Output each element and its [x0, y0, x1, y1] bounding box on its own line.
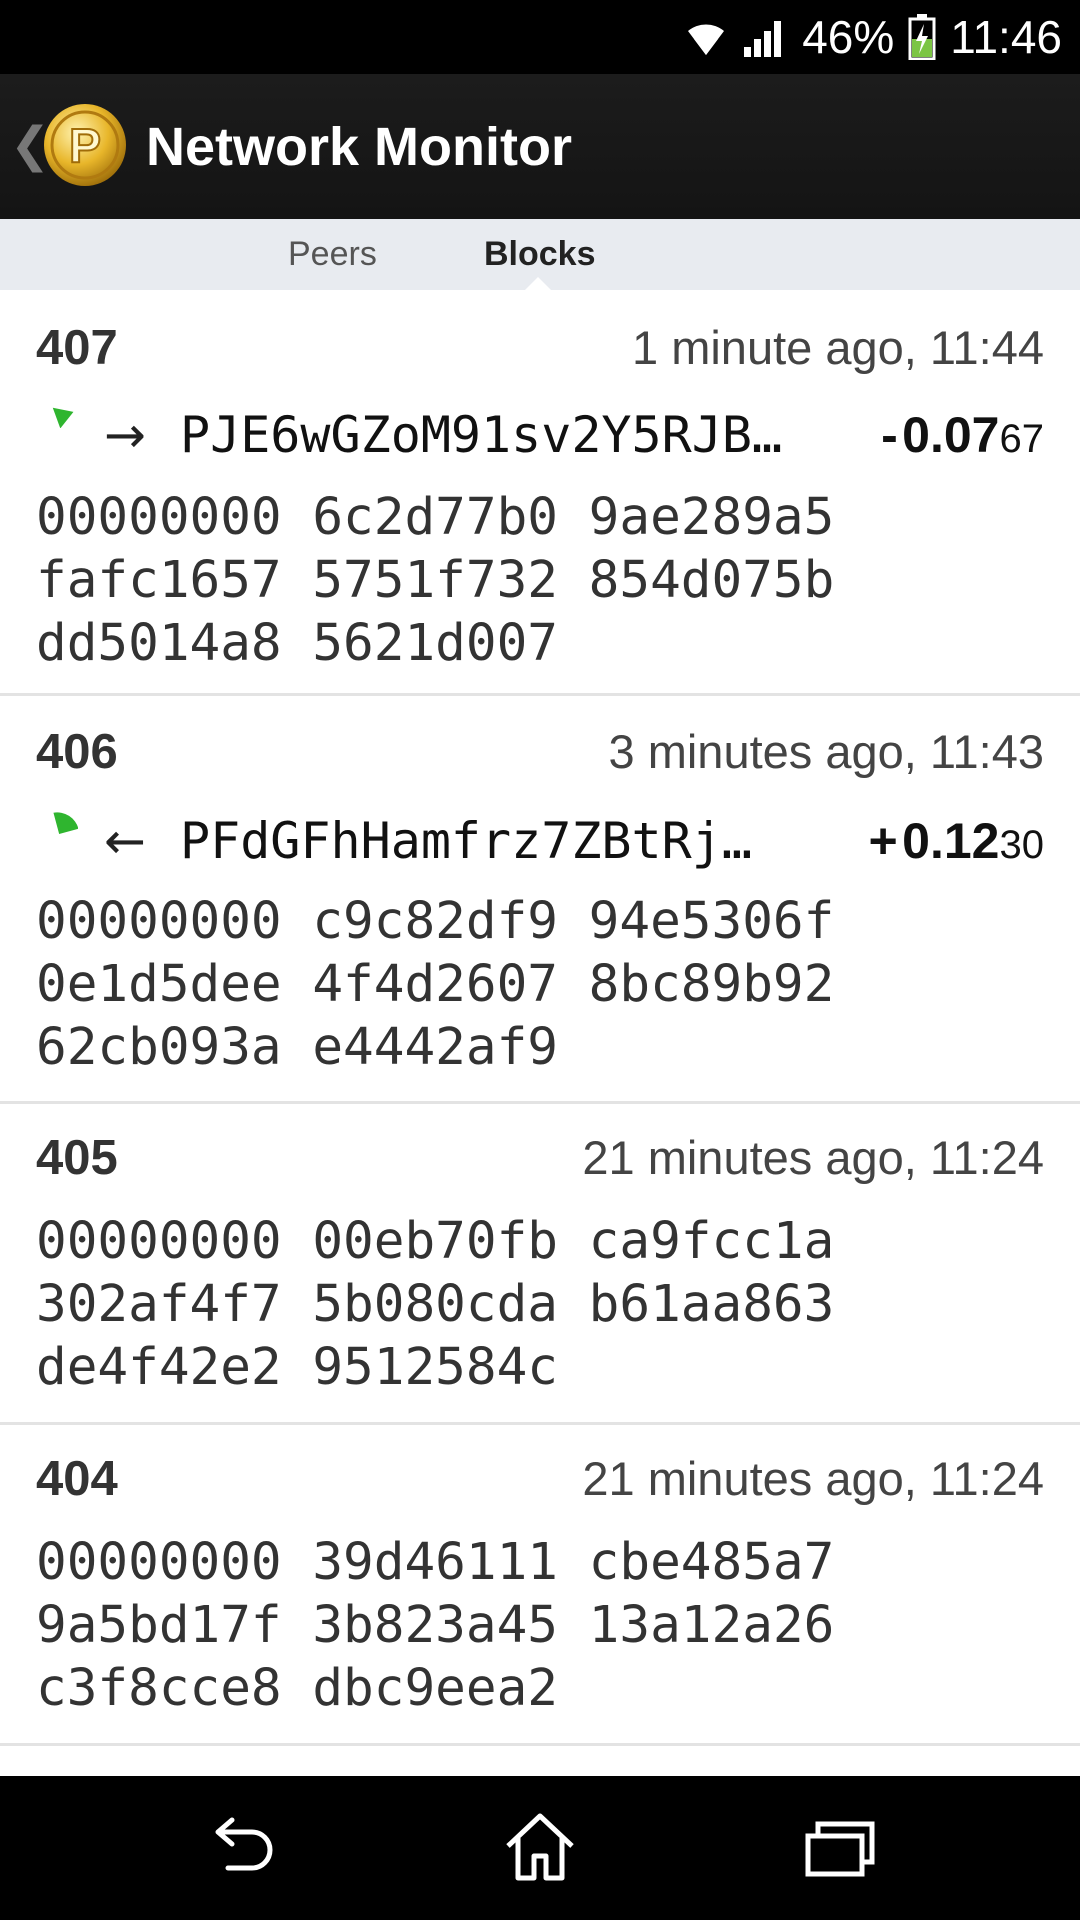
recent-apps-icon[interactable]	[800, 1812, 880, 1884]
block-hash-line: 00000000 6c2d77b0 9ae289a5	[36, 488, 835, 547]
signal-icon	[742, 17, 788, 57]
status-bar: 46% 11:46	[0, 0, 1080, 74]
block-list-item[interactable]: 404 21 minutes ago, 11:24 00000000 39d46…	[0, 1425, 1080, 1746]
wifi-icon	[684, 17, 728, 57]
block-height: 405	[36, 1131, 118, 1185]
block-list-item[interactable]: 405 21 minutes ago, 11:24 00000000 00eb7…	[0, 1104, 1080, 1425]
home-nav-icon[interactable]	[500, 1812, 580, 1884]
transaction-row[interactable]: → PJE6wGZoM91sv2Y5RJB… - 0.0767	[0, 398, 1080, 478]
confidence-pie-icon	[53, 812, 78, 834]
action-bar: ❮ P Network Monitor	[0, 74, 1080, 219]
page-title: Network Monitor	[146, 117, 572, 177]
clock: 11:46	[950, 11, 1062, 63]
transaction-row[interactable]: ← PFdGFhHamfrz7ZBtRj… + 0.1230	[0, 804, 1080, 884]
confidence-pie-icon	[52, 407, 74, 428]
block-list-item[interactable]: 407 1 minute ago, 11:44 → PJE6wGZoM91sv2…	[0, 290, 1080, 696]
transaction-amount: + 0.1230	[868, 813, 1044, 869]
transaction-amount: - 0.0767	[881, 407, 1044, 463]
transaction-address: PJE6wGZoM91sv2Y5RJB…	[180, 406, 783, 464]
block-hash-line: 9a5bd17f 3b823a45 13a12a26	[36, 1596, 835, 1655]
block-list-item[interactable]: 406 3 minutes ago, 11:43 ← PFdGFhHamfrz7…	[0, 696, 1080, 1104]
battery-percent: 46%	[802, 11, 895, 63]
sent-arrow-icon: →	[104, 406, 146, 464]
block-hash-line: c3f8cce8 dbc9eea2	[36, 1659, 558, 1718]
block-height: 407	[36, 321, 118, 375]
block-time: 1 minute ago, 11:44	[632, 321, 1044, 374]
block-time: 21 minutes ago, 11:24	[582, 1452, 1044, 1505]
block-height: 404	[36, 1452, 118, 1506]
block-time: 21 minutes ago, 11:24	[582, 1131, 1044, 1184]
battery-charging-icon	[908, 14, 936, 60]
block-hash-line: 00000000 00eb70fb ca9fcc1a	[36, 1212, 835, 1271]
block-hash-line: de4f42e2 9512584c	[36, 1338, 558, 1397]
svg-text:P: P	[69, 120, 101, 173]
block-height: 406	[36, 725, 118, 779]
block-time: 3 minutes ago, 11:43	[608, 725, 1044, 778]
system-navigation-bar	[0, 1776, 1080, 1920]
tab-peers[interactable]: Peers	[288, 219, 377, 290]
back-nav-icon[interactable]	[202, 1812, 282, 1884]
block-hash-line: 62cb093a e4442af9	[36, 1018, 558, 1077]
block-hash-line: fafc1657 5751f732 854d075b	[36, 551, 835, 610]
app-coin-icon[interactable]: P	[42, 102, 128, 188]
block-hash-line: 302af4f7 5b080cda b61aa863	[36, 1275, 835, 1334]
block-hash-line: 0e1d5dee 4f4d2607 8bc89b92	[36, 955, 835, 1014]
block-hash-line: 00000000 39d46111 cbe485a7	[36, 1533, 835, 1592]
block-hash-line: dd5014a8 5621d007	[36, 614, 558, 673]
transaction-address: PFdGFhHamfrz7ZBtRj…	[180, 812, 752, 870]
received-arrow-icon: ←	[104, 812, 146, 870]
block-hash-line: 00000000 c9c82df9 94e5306f	[36, 892, 835, 951]
selected-tab-indicator	[524, 277, 552, 291]
